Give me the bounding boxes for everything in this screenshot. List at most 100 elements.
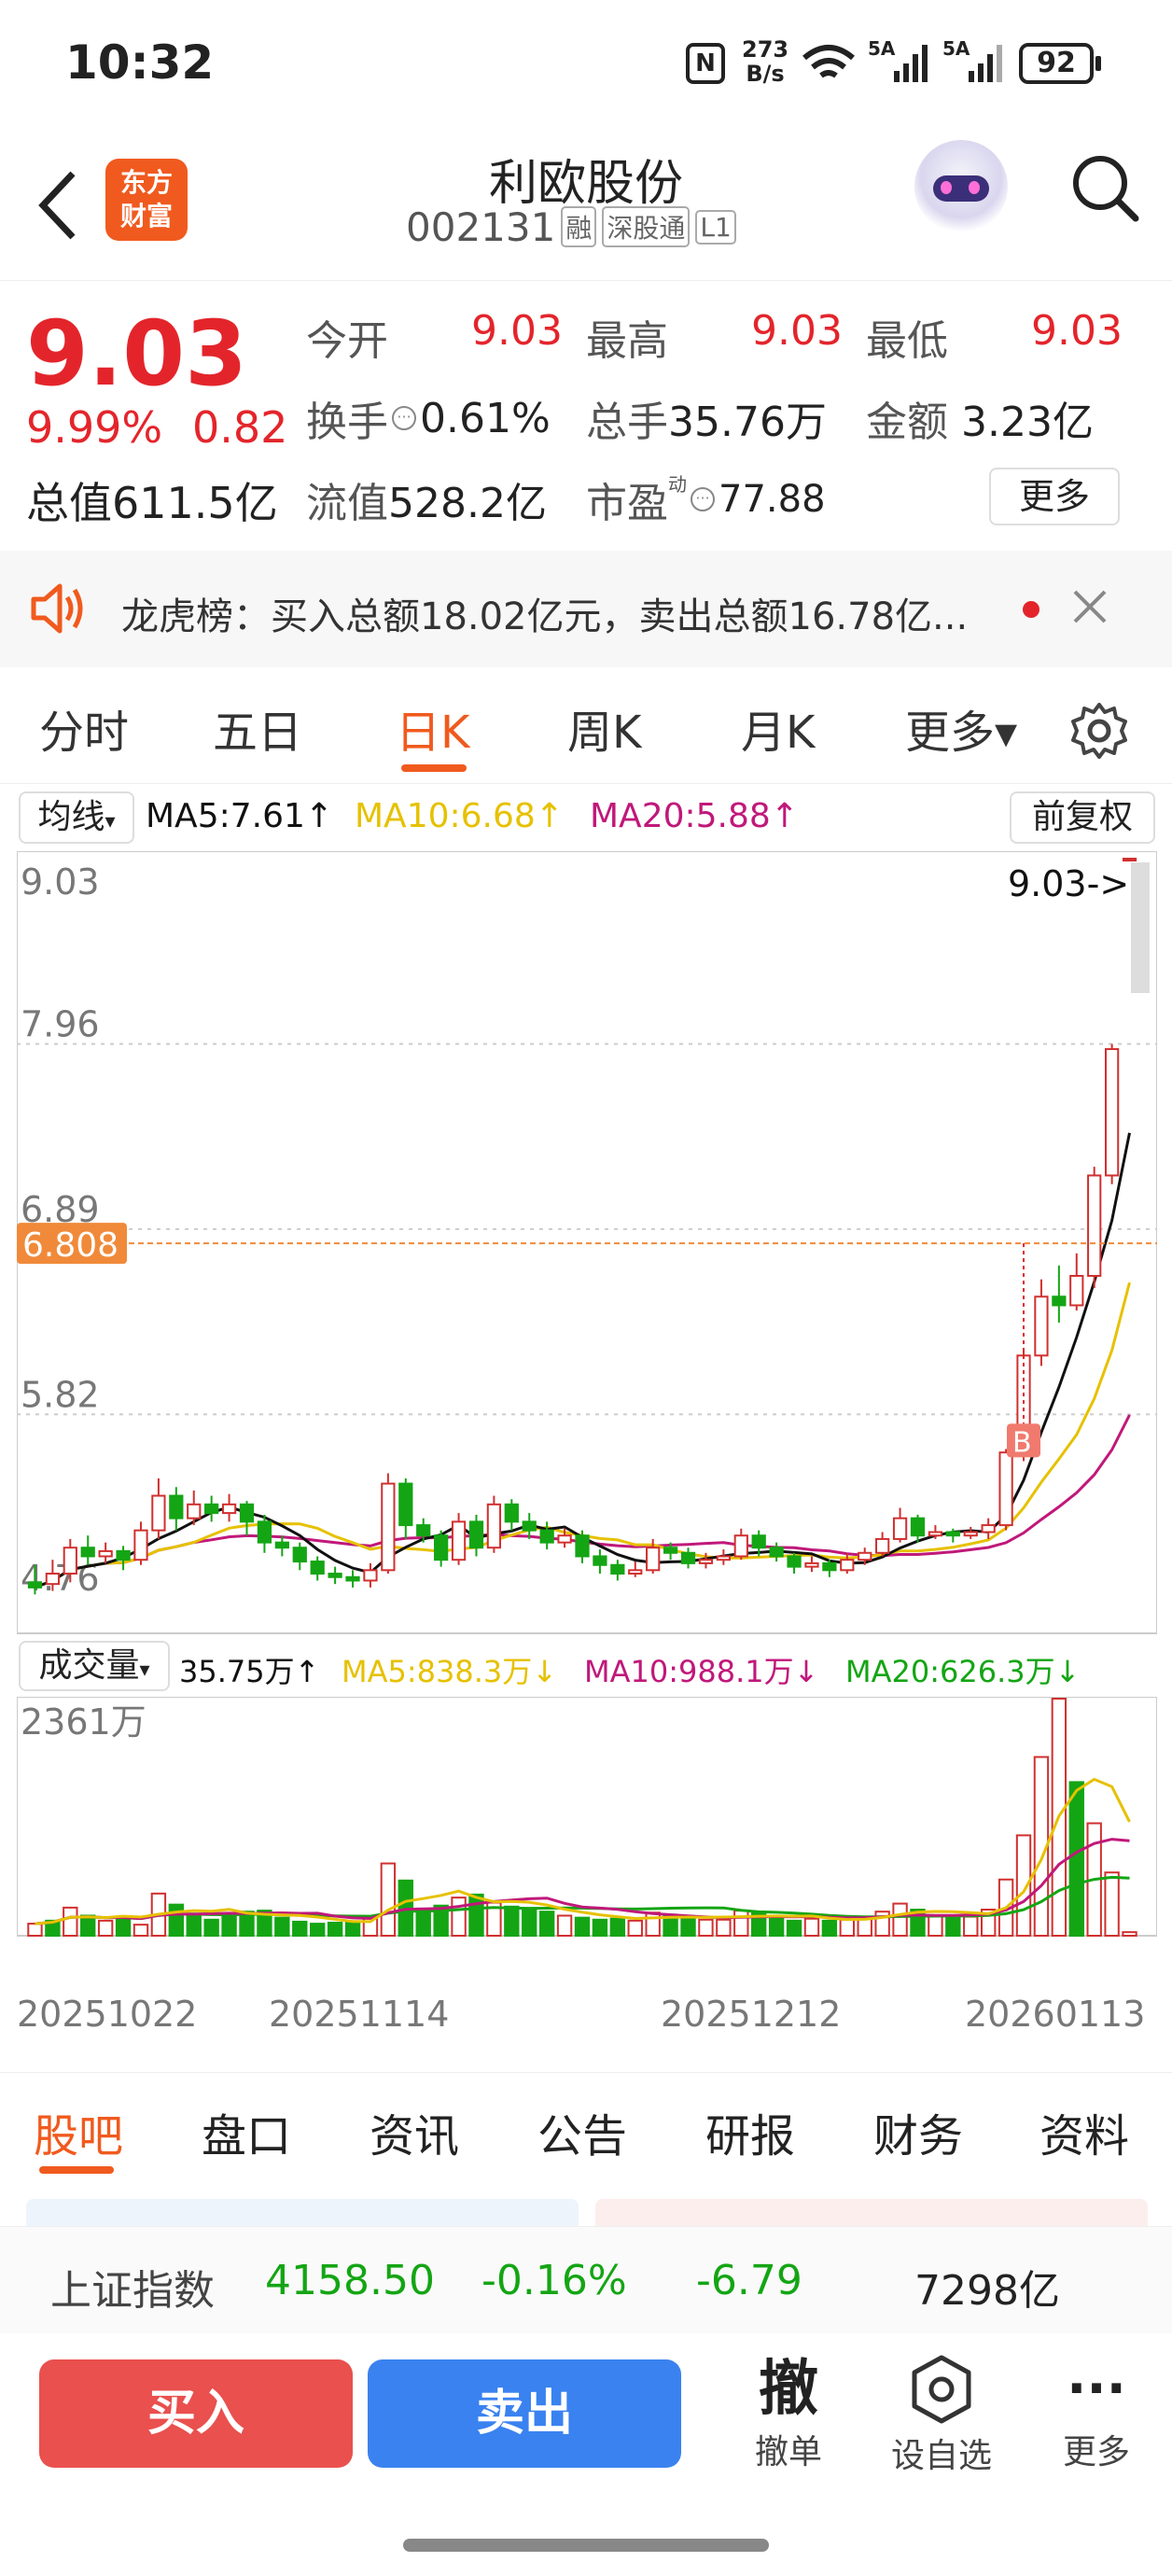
active-tab-indicator [401, 764, 467, 772]
battery-icon: 92 [1019, 43, 1094, 84]
volume-bar [468, 1893, 484, 1937]
volume-bar [538, 1911, 555, 1938]
price-change: 0.82 [192, 402, 288, 453]
volume-bar [63, 1906, 78, 1937]
robot-assistant-icon[interactable] [914, 140, 1008, 233]
sell-button[interactable]: 卖出 [368, 2359, 681, 2468]
candle [398, 1482, 413, 1527]
candle [1104, 1048, 1120, 1177]
candle [486, 1503, 502, 1549]
nfc-icon: N [686, 43, 725, 84]
index-amount: 7298亿 [914, 2267, 1060, 2315]
candle [804, 1561, 819, 1568]
volume-bar [133, 1924, 149, 1937]
candle [733, 1534, 748, 1558]
turnover: 换手 ··· 0.61% [306, 394, 551, 447]
candle [63, 1547, 77, 1575]
info-icon[interactable]: ··· [691, 487, 715, 511]
signal-bars-icon [894, 45, 928, 82]
candle [892, 1517, 908, 1540]
index-change: -6.79 [696, 2257, 802, 2304]
tab-five-day[interactable]: 五日 [213, 695, 302, 761]
volume-bar [574, 1916, 591, 1938]
index-percent: -0.16% [481, 2257, 627, 2304]
volume: 总手35.76万 [586, 399, 827, 446]
volume-bar [768, 1916, 785, 1938]
volume-bar [928, 1914, 943, 1937]
candle [1069, 1275, 1084, 1307]
news-ticker[interactable]: 龙虎榜：买入总额18.02亿元，卖出总额16.78亿... [0, 551, 1172, 667]
volume-max-label: 2361万 [21, 1701, 146, 1743]
volume-bar [716, 1918, 732, 1938]
candle [239, 1503, 255, 1523]
tab-weekly-k[interactable]: 周K [567, 695, 641, 761]
more-button[interactable]: 更多 [989, 468, 1120, 525]
index-value: 4158.50 [265, 2257, 435, 2304]
candle [45, 1573, 61, 1586]
volume-bar [945, 1916, 961, 1938]
caret-down-icon: ▾ [105, 810, 116, 833]
candle [963, 1531, 978, 1537]
add-watchlist-button[interactable]: 设自选 [881, 2354, 1002, 2485]
candle [133, 1529, 148, 1561]
pe-ratio: 市盈 动 ··· 77.88 [586, 473, 826, 527]
speaker-icon [31, 583, 83, 634]
tab-order-book[interactable]: 盘口 [202, 2099, 291, 2164]
tag-connect: 深股通 [602, 206, 691, 247]
tab-daily-k[interactable]: 日K [396, 695, 469, 761]
low-label: 最低 [866, 317, 948, 365]
volume-frame [17, 1697, 1157, 1937]
candle [328, 1573, 342, 1578]
tab-profile[interactable]: 资料 [1039, 2099, 1129, 2164]
tab-forum[interactable]: 股吧 [34, 2099, 123, 2164]
tab-monthly-k[interactable]: 月K [741, 695, 815, 761]
candle [769, 1547, 784, 1558]
candle [981, 1524, 996, 1533]
cancel-order-button[interactable]: 撤 撤单 [737, 2354, 840, 2485]
wifi-icon [802, 45, 855, 78]
more-actions-button[interactable]: ··· 更多 [1045, 2354, 1148, 2485]
tab-more[interactable]: 更多▾ [905, 695, 1017, 761]
volume-bar [609, 1917, 626, 1937]
adjust-button[interactable]: 前复权 [1010, 791, 1155, 844]
volume-chart[interactable]: 2361万 [17, 1697, 1157, 1977]
candle [858, 1551, 872, 1561]
tab-intraday[interactable]: 分时 [39, 695, 129, 761]
volume-bar [186, 1912, 202, 1937]
tab-news[interactable]: 资讯 [370, 2099, 459, 2164]
candle [1052, 1295, 1067, 1307]
volume-bar [556, 1914, 573, 1937]
tab-research[interactable]: 研报 [705, 2099, 795, 2164]
volume-bar [803, 1917, 820, 1937]
candle [434, 1534, 449, 1561]
buy-button[interactable]: 买入 [39, 2359, 353, 2468]
tag-margin: 融 [561, 206, 597, 247]
candle [1087, 1174, 1102, 1278]
crosshair-price-label: 6.808 [22, 1226, 119, 1265]
candle [716, 1555, 731, 1561]
gear-icon[interactable] [1069, 701, 1129, 761]
search-icon[interactable] [1068, 151, 1143, 226]
last-price: 9.03 [26, 301, 247, 406]
tag-level: L1 [695, 209, 736, 245]
y-axis-label: 9.03 [21, 861, 100, 903]
cancel-icon: 撤 [759, 2355, 818, 2424]
price-chart[interactable]: 9.037.966.895.824.766.808B9.03-> [17, 851, 1157, 1635]
candle [381, 1482, 396, 1572]
high-value: 9.03 [751, 307, 843, 355]
candle [751, 1534, 766, 1549]
candle [27, 1581, 43, 1589]
index-bar[interactable]: 上证指数 4158.50 -0.16% -6.79 7298亿 [0, 2226, 1172, 2333]
candle [875, 1537, 890, 1554]
indicator-select[interactable]: 均线▾ [19, 791, 134, 844]
sub-indicator-select[interactable]: 成交量▾ [19, 1641, 170, 1691]
ma20-value: MA20:5.88↑ [590, 797, 799, 835]
tab-financials[interactable]: 财务 [873, 2099, 963, 2164]
ma10-value: MA10:6.68↑ [355, 797, 564, 835]
close-icon[interactable] [1071, 588, 1109, 625]
info-icon[interactable]: ··· [392, 406, 416, 430]
volume-bar [221, 1914, 237, 1937]
candle [98, 1549, 113, 1558]
candle [451, 1520, 467, 1561]
tab-announcements[interactable]: 公告 [537, 2099, 627, 2164]
